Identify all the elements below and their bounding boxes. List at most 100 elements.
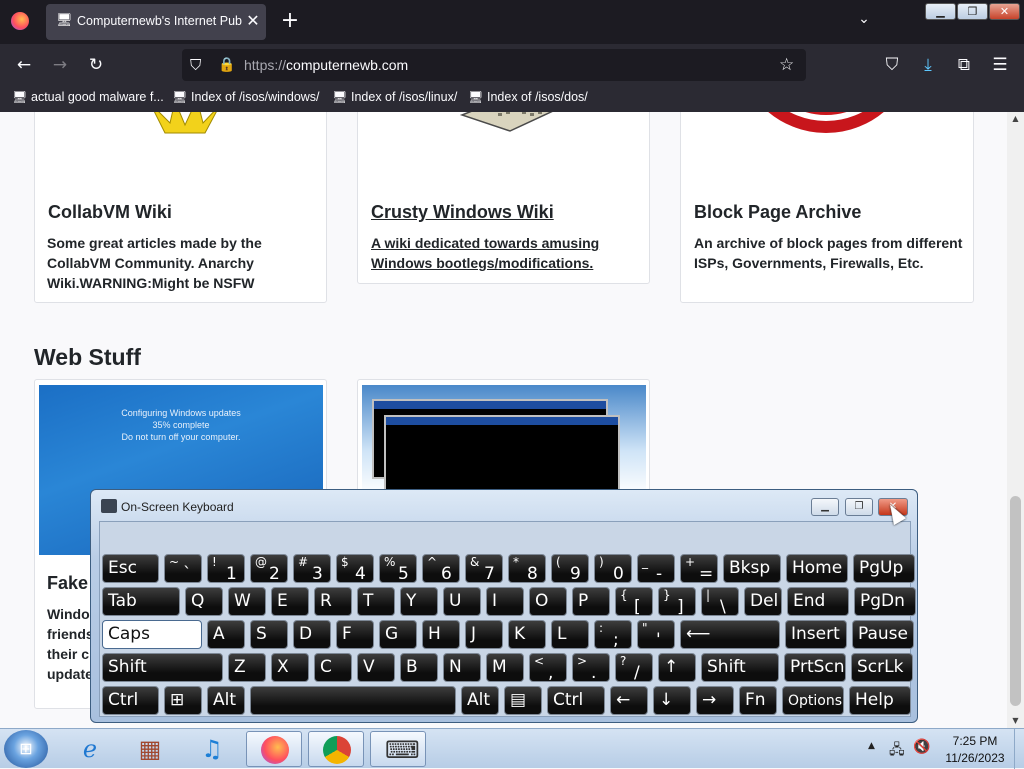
- reload-button[interactable]: ↻: [85, 54, 107, 76]
- window-maximize-button[interactable]: ❐: [957, 3, 988, 20]
- bookmark-item[interactable]: 🖥 actual good malware f...: [12, 90, 164, 108]
- key-0-1[interactable]: ~ `: [164, 554, 202, 583]
- key-0-6[interactable]: % 5: [379, 554, 417, 583]
- scroll-up-arrow-icon[interactable]: ▲: [1007, 112, 1024, 126]
- window-minimize-button[interactable]: ▁: [925, 3, 956, 20]
- key-shift[interactable]: Shift: [102, 653, 223, 682]
- bookmark-item[interactable]: 🖥 Index of /isos/linux/: [332, 90, 457, 108]
- key-0-13[interactable]: + =: [680, 554, 718, 583]
- show-hidden-icons-arrow-icon[interactable]: ▲: [868, 741, 880, 755]
- key-m[interactable]: M: [486, 653, 524, 682]
- taskbar-internet-explorer[interactable]: ℯ: [62, 731, 118, 767]
- tracking-protection-shield-icon[interactable]: ⛉: [190, 55, 208, 75]
- key-home[interactable]: Home: [786, 554, 848, 583]
- bookmark-item[interactable]: 🖥 Index of /isos/dos/: [468, 90, 588, 108]
- key-3-9[interactable]: >.: [572, 653, 610, 682]
- key-enter[interactable]: ⟵: [680, 620, 780, 649]
- url-text[interactable]: https://computernewb.com: [244, 57, 744, 75]
- key-0-2[interactable]: ! 1: [207, 554, 245, 583]
- key-b[interactable]: B: [400, 653, 438, 682]
- key-g[interactable]: G: [379, 620, 417, 649]
- key-x[interactable]: X: [271, 653, 309, 682]
- key-insert[interactable]: Insert: [785, 620, 847, 649]
- key-esc[interactable]: Esc: [102, 554, 159, 583]
- osk-maximize-button[interactable]: ❐: [845, 498, 873, 516]
- lock-icon[interactable]: 🔒: [218, 55, 235, 75]
- key-space[interactable]: [250, 686, 456, 715]
- key-0-8[interactable]: & 7: [465, 554, 503, 583]
- card-collabvm-wiki[interactable]: CollabVM Wiki Some great articles made b…: [34, 112, 327, 303]
- key-z[interactable]: Z: [228, 653, 266, 682]
- scroll-down-arrow-icon[interactable]: ▼: [1007, 714, 1024, 728]
- volume-muted-icon[interactable]: 🔇: [913, 739, 931, 757]
- key-options[interactable]: Options: [782, 686, 844, 715]
- key-del[interactable]: Del: [744, 587, 782, 616]
- forward-button[interactable]: →: [49, 54, 71, 76]
- key-ctrl[interactable]: Ctrl: [102, 686, 159, 715]
- key-pause[interactable]: Pause: [852, 620, 914, 649]
- key-0-9[interactable]: * 8: [508, 554, 546, 583]
- page-scrollbar[interactable]: ▲ ▼: [1007, 112, 1024, 728]
- key-u[interactable]: U: [443, 587, 481, 616]
- card-crusty-windows-wiki[interactable]: Crusty Windows Wiki A wiki dedicated tow…: [357, 112, 650, 284]
- window-close-button[interactable]: ✕: [989, 3, 1020, 20]
- taskbar-chrome[interactable]: [308, 731, 364, 767]
- key-0-12[interactable]: _ -: [637, 554, 675, 583]
- card-title[interactable]: Fake: [47, 573, 88, 594]
- card-title[interactable]: CollabVM Wiki: [48, 202, 172, 223]
- card-title-link[interactable]: Crusty Windows Wiki: [371, 202, 554, 223]
- key-k[interactable]: K: [508, 620, 546, 649]
- key-1-11[interactable]: {[: [615, 587, 653, 616]
- browser-tab-active[interactable]: 🖥 Computernewb's Internet Pub ✕: [46, 4, 266, 40]
- app-menu-icon[interactable]: ☰: [989, 54, 1011, 76]
- back-button[interactable]: ←: [13, 54, 35, 76]
- key-0-4[interactable]: #3: [293, 554, 331, 583]
- key-tab[interactable]: Tab: [102, 587, 180, 616]
- taskbar-firefox[interactable]: [246, 731, 302, 767]
- key-3-8[interactable]: <,: [529, 653, 567, 682]
- start-button[interactable]: ⊞: [4, 730, 48, 768]
- key-prtscn[interactable]: PrtScn: [784, 653, 846, 682]
- key-pgup[interactable]: PgUp: [853, 554, 915, 583]
- key-o[interactable]: O: [529, 587, 567, 616]
- key-0-11[interactable]: ) 0: [594, 554, 632, 583]
- list-all-tabs-icon[interactable]: ⌄: [853, 11, 875, 33]
- key-pgdn[interactable]: PgDn: [854, 587, 916, 616]
- show-desktop-button[interactable]: [1014, 729, 1024, 769]
- key-up-arrow[interactable]: ↑: [658, 653, 696, 682]
- key-help[interactable]: Help: [849, 686, 911, 715]
- key-alt[interactable]: Alt: [207, 686, 245, 715]
- card-block-page-archive[interactable]: Block Page Archive An archive of block p…: [680, 112, 974, 303]
- key-down-arrow[interactable]: ↓: [653, 686, 691, 715]
- key-0-3[interactable]: @2: [250, 554, 288, 583]
- clock-time[interactable]: 7:25 PM: [940, 734, 1010, 748]
- key-d[interactable]: D: [293, 620, 331, 649]
- key-2-11[interactable]: " ': [637, 620, 675, 649]
- key-menu[interactable]: ▤: [504, 686, 542, 715]
- key-e[interactable]: E: [271, 587, 309, 616]
- extensions-puzzle-icon[interactable]: ⧉: [953, 54, 975, 76]
- key-shift[interactable]: Shift: [701, 653, 779, 682]
- taskbar-on-screen-keyboard[interactable]: ⌨: [370, 731, 426, 767]
- key-0-5[interactable]: $4: [336, 554, 374, 583]
- tab-close-icon[interactable]: ✕: [244, 11, 262, 31]
- key-j[interactable]: J: [465, 620, 503, 649]
- key-y[interactable]: Y: [400, 587, 438, 616]
- bookmark-item[interactable]: 🖥 Index of /isos/windows/: [172, 90, 320, 108]
- key-a[interactable]: A: [207, 620, 245, 649]
- pocket-icon[interactable]: ⛉: [881, 54, 903, 76]
- key-fn[interactable]: Fn: [739, 686, 777, 715]
- card-description-link[interactable]: A wiki dedicated towards amusing Windows…: [371, 233, 631, 273]
- key-windows[interactable]: ⊞: [164, 686, 202, 715]
- key-ctrl[interactable]: Ctrl: [547, 686, 605, 715]
- key-alt[interactable]: Alt: [461, 686, 499, 715]
- key-r[interactable]: R: [314, 587, 352, 616]
- key-0-7[interactable]: ^ 6: [422, 554, 460, 583]
- key-caps[interactable]: Caps: [102, 620, 202, 649]
- bookmark-star-icon[interactable]: ☆: [779, 54, 799, 76]
- key-t[interactable]: T: [357, 587, 395, 616]
- key-0-10[interactable]: (9: [551, 554, 589, 583]
- key-s[interactable]: S: [250, 620, 288, 649]
- key-bksp[interactable]: Bksp: [723, 554, 781, 583]
- key-1-12[interactable]: }]: [658, 587, 696, 616]
